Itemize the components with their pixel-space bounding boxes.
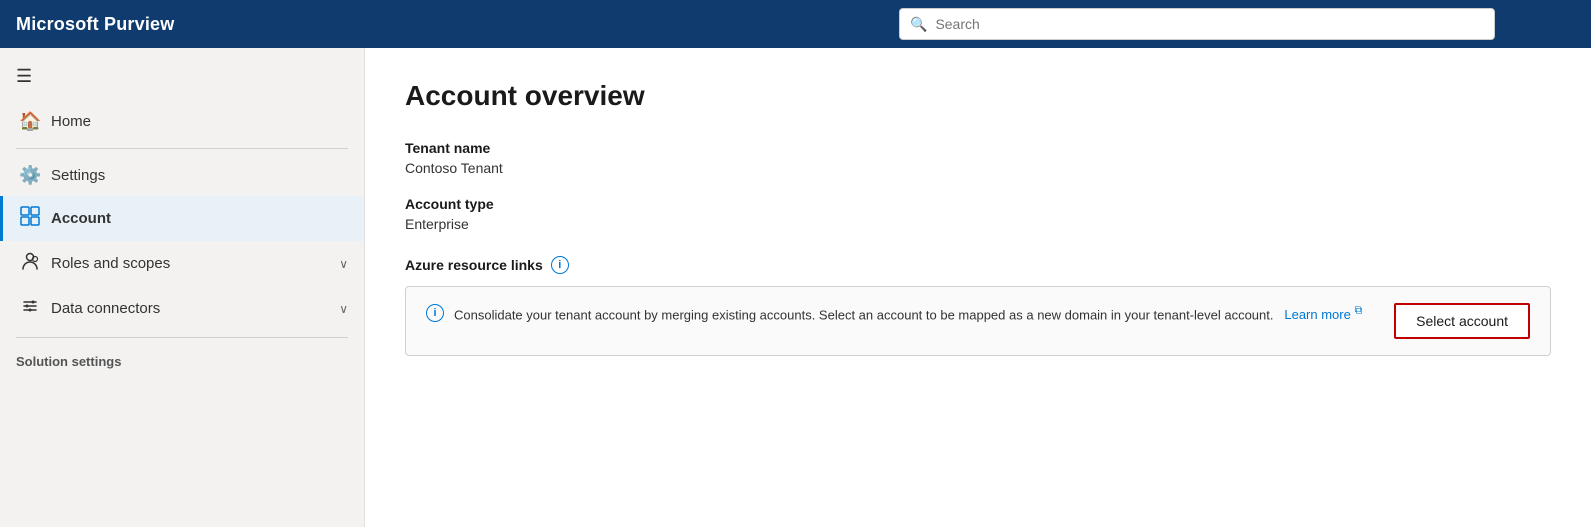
settings-gear-icon: ⚙️ xyxy=(19,165,41,186)
chevron-down-icon: ∨ xyxy=(339,302,348,316)
sidebar-item-label: Roles and scopes xyxy=(51,255,329,272)
azure-resource-section: Azure resource links i i Consolidate you… xyxy=(405,256,1551,356)
roles-icon xyxy=(19,251,41,276)
sidebar-item-label: Settings xyxy=(51,167,348,184)
azure-info-text: Consolidate your tenant account by mergi… xyxy=(454,303,1362,325)
chevron-down-icon: ∨ xyxy=(339,257,348,271)
account-type-section: Account type Enterprise xyxy=(405,196,1551,232)
main-layout: ☰ 🏠 Home ⚙️ Settings Account xyxy=(0,48,1591,527)
tenant-name-section: Tenant name Contoso Tenant xyxy=(405,140,1551,176)
search-input[interactable] xyxy=(935,16,1484,32)
azure-info-text-row: i Consolidate your tenant account by mer… xyxy=(426,303,1378,325)
sidebar-item-label: Home xyxy=(51,113,348,130)
tenant-name-value: Contoso Tenant xyxy=(405,160,1551,176)
sidebar-item-roles-scopes[interactable]: Roles and scopes ∨ xyxy=(0,241,364,286)
learn-more-link[interactable]: Learn more ⧉ xyxy=(1281,307,1363,322)
sidebar-item-data-connectors[interactable]: Data connectors ∨ xyxy=(0,286,364,331)
solution-settings-label: Solution settings xyxy=(0,344,364,373)
topbar: Microsoft Purview 🔍 xyxy=(0,0,1591,48)
app-title: Microsoft Purview xyxy=(16,14,174,35)
account-type-value: Enterprise xyxy=(405,216,1551,232)
page-title: Account overview xyxy=(405,80,1551,112)
sidebar-item-label: Account xyxy=(51,210,348,227)
main-content: Account overview Tenant name Contoso Ten… xyxy=(365,48,1591,527)
info-icon[interactable]: i xyxy=(551,256,569,274)
home-icon: 🏠 xyxy=(19,111,41,132)
info-icon-small: i xyxy=(426,304,444,322)
sidebar-item-label: Data connectors xyxy=(51,300,329,317)
account-icon xyxy=(19,206,41,231)
sidebar: ☰ 🏠 Home ⚙️ Settings Account xyxy=(0,48,365,527)
hamburger-button[interactable]: ☰ xyxy=(0,56,364,97)
data-connectors-icon xyxy=(19,296,41,321)
select-account-button[interactable]: Select account xyxy=(1394,303,1530,339)
tenant-name-label: Tenant name xyxy=(405,140,1551,156)
search-container: 🔍 xyxy=(899,8,1495,40)
sidebar-divider-2 xyxy=(16,337,348,338)
sidebar-item-home[interactable]: 🏠 Home xyxy=(0,101,364,142)
hamburger-icon: ☰ xyxy=(16,66,32,87)
search-icon: 🔍 xyxy=(910,16,927,33)
azure-section-header: Azure resource links i xyxy=(405,256,1551,274)
search-box: 🔍 xyxy=(899,8,1495,40)
sidebar-item-settings[interactable]: ⚙️ Settings xyxy=(0,155,364,196)
external-link-icon: ⧉ xyxy=(1354,305,1362,317)
azure-info-box: i Consolidate your tenant account by mer… xyxy=(405,286,1551,356)
sidebar-item-account[interactable]: Account xyxy=(0,196,364,241)
content-card: Account overview Tenant name Contoso Ten… xyxy=(365,48,1591,527)
azure-section-title: Azure resource links xyxy=(405,257,543,273)
sidebar-divider-1 xyxy=(16,148,348,149)
account-type-label: Account type xyxy=(405,196,1551,212)
